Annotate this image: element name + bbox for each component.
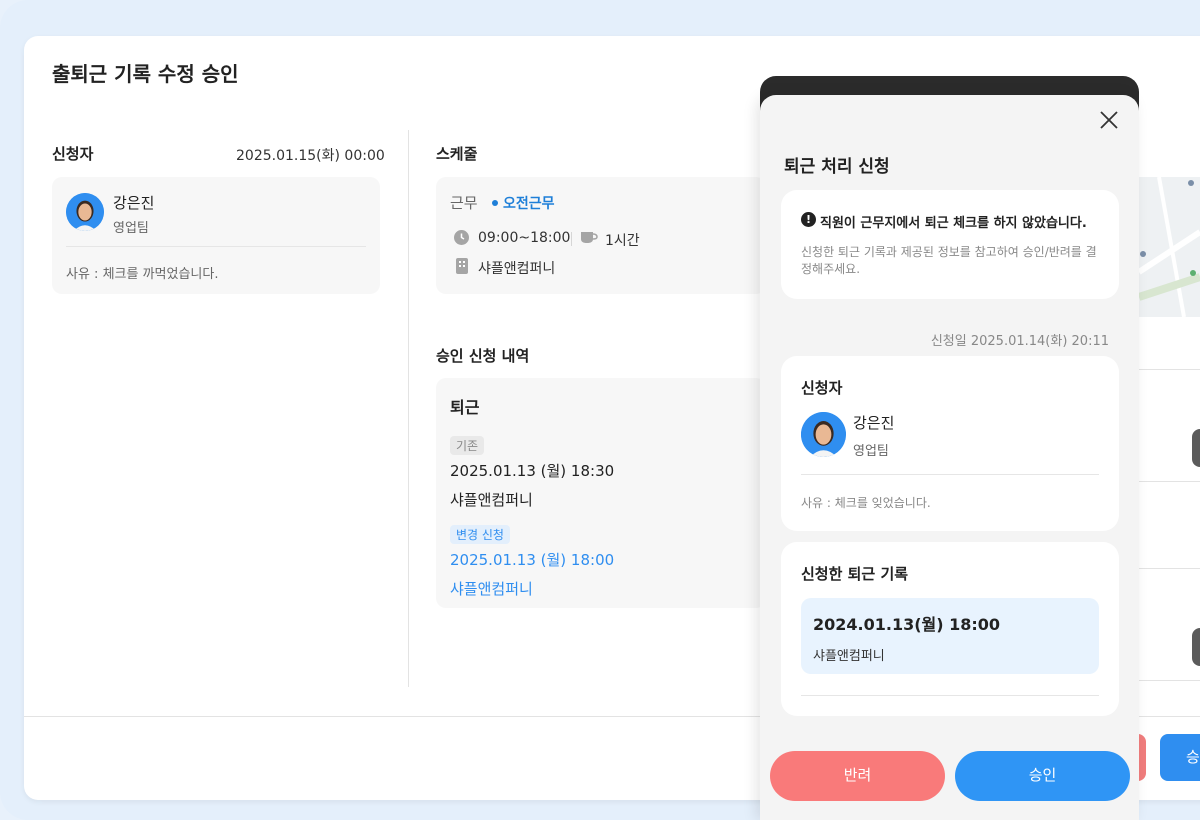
shift-label: 오전근무 bbox=[503, 196, 555, 212]
approval-type: 퇴근 bbox=[450, 398, 480, 417]
divider bbox=[1139, 481, 1200, 482]
applicant-reason: 사유 : 체크를 까먹었습니다. bbox=[66, 267, 219, 282]
panel-applicant-team: 영업팀 bbox=[853, 444, 889, 459]
record-title: 신청한 퇴근 기록 bbox=[801, 565, 909, 583]
change-place: 샤플앤컴퍼니 bbox=[450, 580, 533, 598]
divider bbox=[66, 246, 366, 247]
change-badge: 변경 신청 bbox=[450, 525, 510, 544]
building-icon bbox=[456, 258, 468, 274]
applicant-team: 영업팀 bbox=[113, 221, 149, 236]
applicant-date: 2025.01.15(화) 00:00 bbox=[236, 148, 385, 164]
divider bbox=[1139, 568, 1200, 569]
divider bbox=[801, 474, 1099, 475]
company-name: 샤플앤컴퍼니 bbox=[478, 261, 556, 277]
schedule-section-title: 스케줄 bbox=[436, 145, 478, 163]
alert-icon: ! bbox=[801, 212, 816, 227]
page-title: 출퇴근 기록 수정 승인 bbox=[52, 62, 239, 86]
clock-icon bbox=[454, 230, 469, 245]
divider bbox=[801, 695, 1099, 696]
original-time: 2025.01.13 (월) 18:30 bbox=[450, 462, 615, 480]
info-divider bbox=[571, 232, 572, 246]
divider bbox=[1139, 680, 1200, 681]
reject-button[interactable]: 반려 bbox=[770, 751, 945, 801]
notice-title: 직원이 근무지에서 퇴근 체크를 하지 않았습니다. bbox=[820, 216, 1087, 231]
work-hours: 09:00~18:00 bbox=[478, 230, 571, 246]
record-place: 샤플앤컴퍼니 bbox=[813, 649, 885, 664]
panel-applicant-name: 강은진 bbox=[853, 414, 895, 432]
divider bbox=[1139, 369, 1200, 370]
panel-title: 퇴근 처리 신청 bbox=[784, 157, 890, 177]
applied-date: 신청일 2025.01.14(화) 20:11 bbox=[930, 334, 1109, 349]
work-label: 근무 bbox=[450, 194, 478, 212]
change-time: 2025.01.13 (월) 18:00 bbox=[450, 551, 615, 569]
background-approve-button[interactable]: 승 bbox=[1160, 734, 1200, 781]
applicant-name: 강은진 bbox=[113, 194, 155, 212]
break-time: 1시간 bbox=[605, 233, 640, 249]
column-divider bbox=[408, 130, 409, 687]
close-icon[interactable] bbox=[1098, 109, 1120, 131]
approve-button[interactable]: 승인 bbox=[955, 751, 1130, 801]
original-badge: 기존 bbox=[450, 436, 485, 455]
map-thumbnail bbox=[1139, 177, 1200, 317]
coffee-icon bbox=[580, 230, 598, 245]
panel-applicant-reason: 사유 : 체크를 잊었습니다. bbox=[801, 496, 931, 510]
original-place: 샤플앤컴퍼니 bbox=[450, 491, 533, 509]
shift-dot bbox=[492, 200, 498, 206]
image-thumbnail[interactable] bbox=[1192, 429, 1200, 467]
record-time: 2024.01.13(월) 18:00 bbox=[813, 615, 1001, 634]
approval-section-title: 승인 신청 내역 bbox=[436, 347, 530, 365]
avatar bbox=[66, 193, 104, 231]
notice-description: 신청한 퇴근 기록과 제공된 정보를 참고하여 승인/반려를 결정해주세요. bbox=[801, 245, 1097, 276]
panel-applicant-title: 신청자 bbox=[801, 379, 843, 397]
applicant-section-title: 신청자 bbox=[52, 145, 94, 163]
avatar bbox=[801, 412, 846, 457]
image-thumbnail[interactable] bbox=[1192, 628, 1200, 666]
